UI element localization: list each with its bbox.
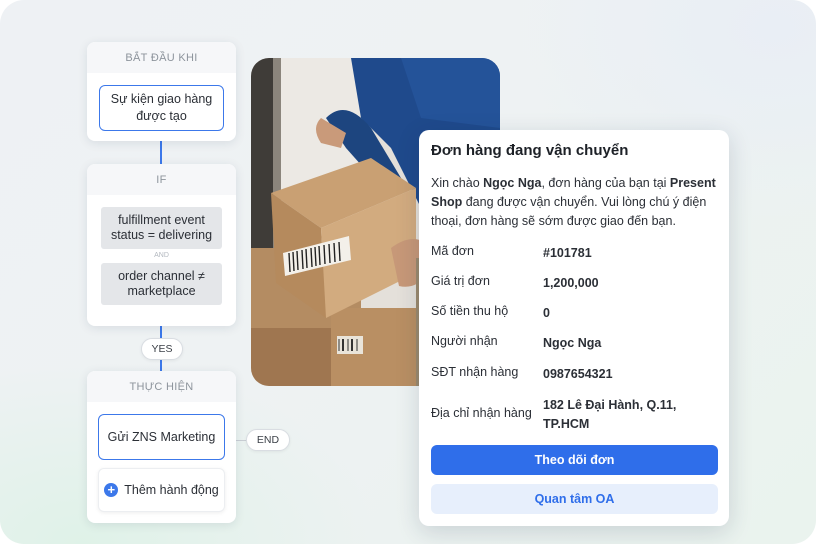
order-row-label: SĐT nhận hàng: [431, 365, 519, 379]
track-order-button[interactable]: Theo dõi đơn: [431, 445, 718, 475]
order-row-value: 182 Lê Đại Hành, Q.11, TP.HCM: [543, 398, 677, 431]
order-row-label: Giá trị đơn: [431, 274, 490, 288]
condition-header: IF: [87, 164, 236, 195]
order-row-label: Người nhận: [431, 334, 498, 348]
plus-circle-icon: +: [104, 483, 119, 497]
follow-oa-button[interactable]: Quan tâm OA: [431, 484, 718, 514]
order-row-label: Địa chỉ nhận hàng: [431, 406, 532, 420]
add-action-label: Thêm hành động: [124, 483, 219, 497]
message-customer-name: Ngọc Nga: [483, 176, 542, 190]
condition-line: marketplace: [127, 284, 196, 298]
condition-line: order channel ≠: [118, 269, 205, 283]
message-mid: , đơn hàng của bạn tại: [541, 176, 670, 190]
zns-marketing-action[interactable]: Gửi ZNS Marketing: [98, 414, 225, 460]
and-label: AND: [154, 252, 169, 259]
yes-branch-pill: YES: [141, 338, 183, 360]
connector-line: [160, 141, 162, 165]
order-row: Địa chỉ nhận hàng 182 Lê Đại Hành, Q.11,…: [431, 396, 721, 436]
trigger-event-line: được tạo: [136, 109, 187, 123]
condition-card: IF fulfillment event status = delivering…: [87, 164, 236, 326]
canvas: BẮT ĐẦU KHI Sự kiện giao hàng được tạo I…: [0, 0, 816, 544]
trigger-event-box[interactable]: Sự kiện giao hàng được tạo: [99, 85, 224, 131]
condition-line: fulfillment event: [118, 213, 205, 227]
order-row-value: #101781: [543, 246, 592, 260]
action-header: THỰC HIỆN: [87, 371, 236, 402]
condition-line: status = delivering: [110, 228, 213, 242]
order-notification-card: Đơn hàng đang vận chuyển Xin chào Ngọc N…: [419, 130, 729, 526]
order-row-label: Mã đơn: [431, 244, 474, 258]
trigger-header: BẮT ĐẦU KHI: [87, 42, 236, 73]
order-row-value: 1,200,000: [543, 276, 599, 290]
order-card-title: Đơn hàng đang vận chuyển: [431, 142, 629, 159]
condition-box[interactable]: order channel ≠ marketplace: [101, 263, 222, 305]
add-action-button[interactable]: + Thêm hành động: [98, 468, 225, 512]
order-row-value: 0987654321: [543, 367, 613, 381]
order-row-value: Ngọc Nga: [543, 336, 602, 350]
trigger-card: BẮT ĐẦU KHI Sự kiện giao hàng được tạo: [87, 42, 236, 141]
end-pill: END: [246, 429, 290, 451]
order-row-label: Số tiền thu hộ: [431, 304, 509, 318]
order-row-value: 0: [543, 306, 550, 320]
message-greeting: Xin chào: [431, 176, 484, 190]
message-rest: đang được vận chuyển. Vui lòng chú ý điệ…: [431, 195, 707, 228]
action-card: THỰC HIỆN Gửi ZNS Marketing + Thêm hành …: [87, 371, 236, 523]
condition-box[interactable]: fulfillment event status = delivering: [101, 207, 222, 249]
order-message: Xin chào Ngọc Nga, đơn hàng của bạn tại …: [431, 174, 721, 231]
trigger-event-line: Sự kiện giao hàng: [110, 92, 213, 106]
